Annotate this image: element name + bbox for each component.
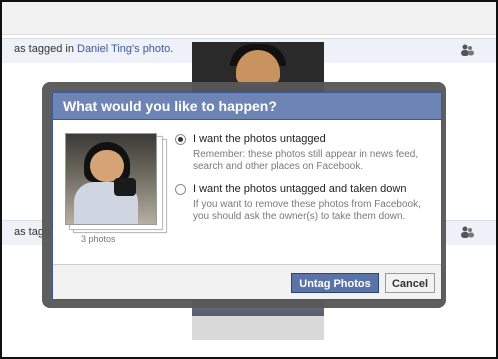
- untag-photos-button[interactable]: Untag Photos: [291, 273, 379, 293]
- radio-untag-takedown[interactable]: [175, 184, 186, 195]
- tag-people-icon[interactable]: [460, 226, 474, 238]
- option-untag-label[interactable]: I want the photos untagged: [193, 133, 326, 145]
- untag-dialog: What would you like to happen? 3 photos …: [52, 92, 442, 300]
- option-untag-description: Remember: these photos still appear in n…: [193, 149, 419, 172]
- photo-thumbnail: [65, 133, 157, 225]
- option-takedown-description: If you want to remove these photos from …: [193, 199, 421, 222]
- photo-count: 3 photos: [81, 234, 116, 244]
- tag-people-icon[interactable]: [460, 44, 474, 56]
- dialog-header: What would you like to happen?: [53, 93, 441, 120]
- photo-owner-link[interactable]: Daniel Ting's photo: [77, 43, 170, 55]
- radio-untag[interactable]: [175, 134, 186, 145]
- feed-story-1-prefix: as tagged in: [14, 43, 77, 55]
- camera-icon: [114, 178, 136, 196]
- option-takedown-label[interactable]: I want the photos untagged and taken dow…: [193, 183, 406, 195]
- dialog-footer: Untag Photos Cancel: [53, 264, 441, 299]
- feed-story-1-text: as tagged in Daniel Ting's photo.: [14, 43, 173, 55]
- cancel-button[interactable]: Cancel: [385, 273, 435, 293]
- window: as tagged in Daniel Ting's photo. as tag…: [0, 0, 498, 359]
- dialog-title: What would you like to happen?: [63, 98, 277, 114]
- top-bar: [2, 2, 496, 35]
- feed-story-1-suffix: .: [170, 43, 174, 55]
- photo-desk: [192, 316, 324, 340]
